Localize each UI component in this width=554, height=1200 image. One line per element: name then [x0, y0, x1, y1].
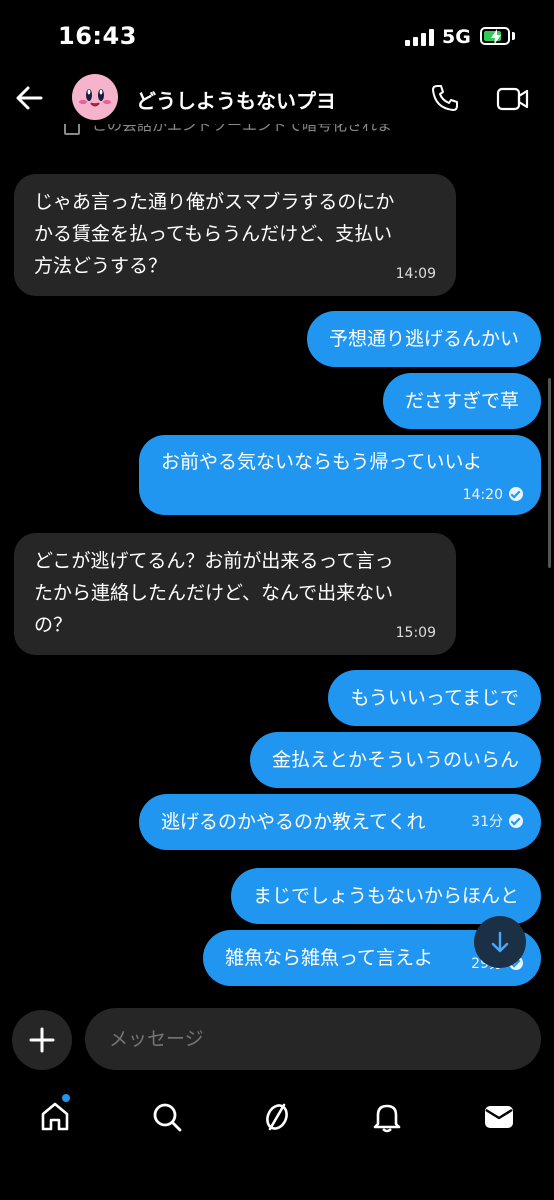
lock-icon	[64, 124, 80, 135]
message-sent[interactable]: 金払えとかそういうのいらん	[249, 732, 541, 788]
back-arrow-icon[interactable]	[14, 84, 44, 112]
scrollbar[interactable]	[548, 378, 551, 568]
message-sent[interactable]: ださすぎで草	[382, 373, 541, 429]
conversation-title[interactable]: どうしようもないプヨ	[136, 85, 336, 114]
add-attachment-button[interactable]	[12, 1010, 72, 1070]
notification-dot	[62, 1094, 70, 1102]
read-check-icon	[509, 487, 523, 501]
read-check-icon	[509, 814, 523, 828]
message-time: 31分	[471, 814, 503, 830]
phone-icon[interactable]	[430, 83, 460, 117]
home-icon[interactable]	[38, 1100, 72, 1134]
message-input[interactable]	[85, 1008, 541, 1070]
search-icon[interactable]	[150, 1100, 184, 1134]
threads-icon[interactable]	[260, 1100, 294, 1134]
plus-icon	[29, 1027, 55, 1053]
message-received[interactable]: どこが逃げてるん？お前が出来るって言っ たから連絡したんだけど、なんで出来ない …	[14, 533, 456, 655]
message-time: 15:09	[395, 625, 436, 641]
network-type: 5G	[442, 26, 471, 48]
inbox-icon[interactable]	[482, 1100, 516, 1134]
signal-icon	[405, 29, 435, 46]
arrow-down-icon	[491, 931, 509, 953]
message-time: 14:09	[395, 266, 436, 282]
message-sent[interactable]: もういいってまじで	[328, 670, 541, 726]
battery-icon	[480, 27, 510, 45]
status-time: 16:43	[58, 22, 137, 50]
message-sent[interactable]: 予想通り逃げるんかい	[306, 311, 541, 367]
message-sent[interactable]: 逃げるのかやるのか教えてくれ 31分	[139, 794, 541, 850]
bell-icon[interactable]	[370, 1100, 404, 1134]
message-received[interactable]: じゃあ言った通り俺がスマブラするのにか かる賃金を払ってもらうんだけど、支払い …	[14, 174, 456, 296]
scroll-to-bottom-button[interactable]	[474, 916, 526, 968]
message-sent[interactable]: お前やる気ないならもう帰っていいよ 14:20	[139, 435, 541, 515]
video-camera-icon[interactable]	[496, 85, 530, 117]
encryption-notice: この会話がエンドツーエンドで暗号化されました	[64, 124, 394, 136]
avatar[interactable]	[72, 74, 118, 120]
message-time: 14:20	[462, 487, 503, 503]
